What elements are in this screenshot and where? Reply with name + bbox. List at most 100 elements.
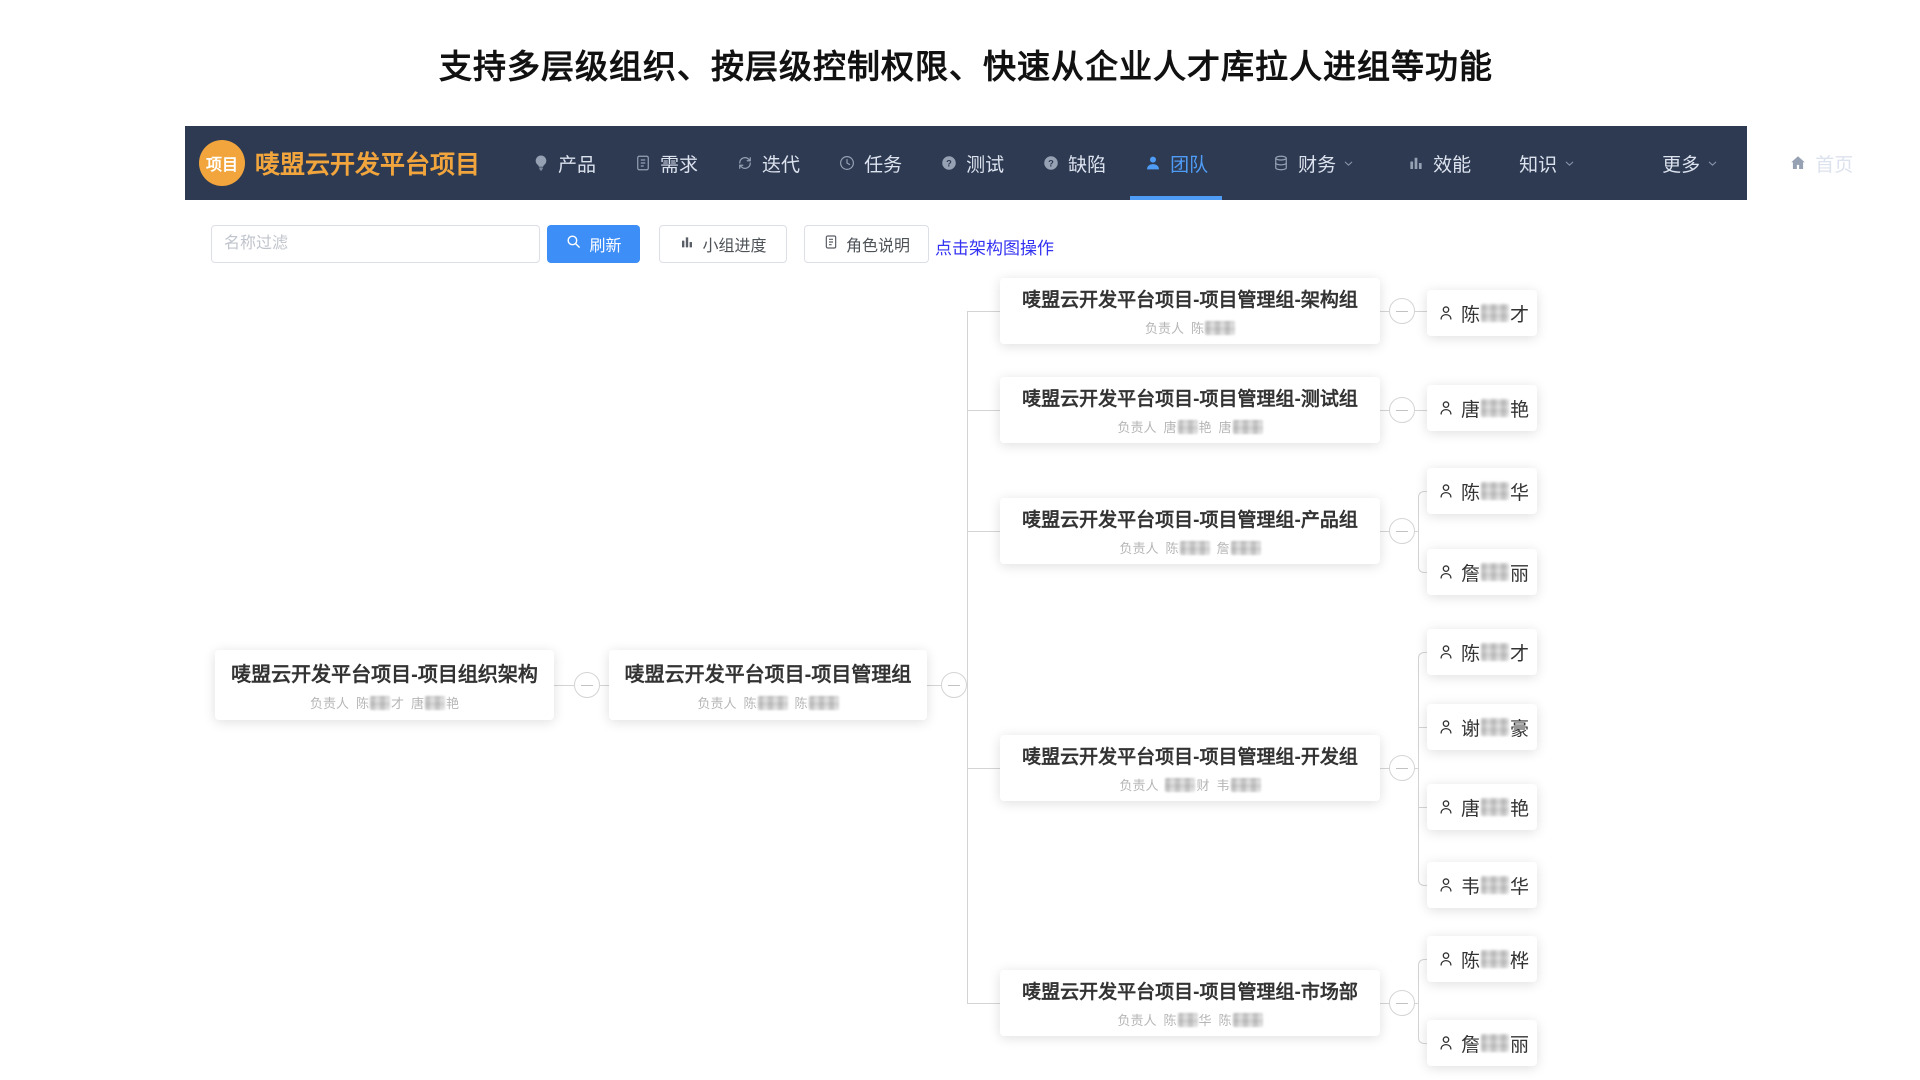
org-node-leaders: 负责人陈才唐艳 <box>310 693 459 712</box>
blurred-name-segment <box>1481 399 1509 417</box>
minus-icon <box>1396 410 1408 411</box>
connector-corner <box>1418 1031 1427 1044</box>
member-person-icon <box>1437 563 1455 581</box>
search-icon <box>565 233 582 255</box>
nav-item-task[interactable]: 任务 <box>838 126 902 200</box>
bar-chart-icon <box>679 234 695 255</box>
person-icon <box>1144 154 1162 172</box>
toolbar: 刷新 小组进度 角色说明 点击架构图操作 <box>185 200 1747 270</box>
nav-item-test[interactable]: ?测试 <box>940 126 1004 200</box>
org-member-card[interactable]: 詹丽 <box>1427 1020 1537 1066</box>
member-name: 陈才 <box>1461 300 1529 327</box>
org-node-title: 唛盟云开发平台项目-项目管理组 <box>625 658 912 687</box>
org-member-card[interactable]: 陈才 <box>1427 290 1537 336</box>
nav-item-label: 需求 <box>660 150 698 177</box>
leader-name: 陈 <box>1191 318 1235 337</box>
connector-line <box>967 410 1000 411</box>
chart-operation-link[interactable]: 点击架构图操作 <box>935 234 1054 259</box>
org-group-card-testing[interactable]: 唛盟云开发平台项目-项目管理组-测试组负责人唐艳唐 <box>1000 377 1380 443</box>
connector-line <box>1380 768 1389 769</box>
nav-item-product[interactable]: 产品 <box>532 126 596 200</box>
collapse-toggle[interactable] <box>1389 990 1415 1016</box>
org-node-title: 唛盟云开发平台项目-项目管理组-架构组 <box>1022 285 1358 312</box>
minus-icon <box>948 685 960 686</box>
connector-corner <box>1418 560 1427 573</box>
org-member-card[interactable]: 唐艳 <box>1427 385 1537 431</box>
blurred-name-segment <box>809 696 839 710</box>
leader-prefix-label: 负责人 <box>1117 1010 1156 1029</box>
nav-item-iteration[interactable]: 迭代 <box>736 126 800 200</box>
clock-icon <box>838 154 856 172</box>
org-member-card[interactable]: 詹丽 <box>1427 549 1537 595</box>
leader-name: 唐艳 <box>411 693 459 712</box>
collapse-toggle[interactable] <box>1389 518 1415 544</box>
org-group-card-development[interactable]: 唛盟云开发平台项目-项目管理组-开发组负责人财韦 <box>1000 735 1380 801</box>
org-member-card[interactable]: 唐艳 <box>1427 784 1537 830</box>
org-member-card[interactable]: 陈桦 <box>1427 936 1537 982</box>
nav-item-performance[interactable]: 效能 <box>1407 126 1471 200</box>
member-name: 唐艳 <box>1461 794 1529 821</box>
blurred-name-segment <box>1481 798 1509 816</box>
role-description-button[interactable]: 角色说明 <box>804 225 929 263</box>
member-person-icon <box>1437 718 1455 736</box>
leader-name: 詹 <box>1217 538 1261 557</box>
nav-item-label: 团队 <box>1170 150 1208 177</box>
name-filter-input[interactable] <box>211 225 540 263</box>
document-icon <box>823 234 839 255</box>
nav-item-defect[interactable]: ?缺陷 <box>1042 126 1106 200</box>
collapse-toggle[interactable] <box>1389 298 1415 324</box>
group-progress-button[interactable]: 小组进度 <box>659 225 787 263</box>
blurred-name-segment <box>1481 1034 1509 1052</box>
member-person-icon <box>1437 950 1455 968</box>
home-icon <box>1789 154 1807 172</box>
org-node-leaders: 负责人陈 <box>1145 318 1235 337</box>
nav-item-label: 测试 <box>966 150 1004 177</box>
connector-line <box>927 685 941 686</box>
org-node-leaders: 负责人陈陈 <box>697 693 838 712</box>
org-group-card-product[interactable]: 唛盟云开发平台项目-项目管理组-产品组负责人陈詹 <box>1000 498 1380 564</box>
nav-item-home[interactable]: 首页 <box>1789 126 1853 200</box>
connector-line <box>1380 531 1389 532</box>
blurred-name-segment <box>425 696 445 710</box>
leader-prefix-label: 负责人 <box>697 693 736 712</box>
nav-item-more[interactable]: 更多 <box>1662 126 1719 200</box>
collapse-toggle[interactable] <box>1389 397 1415 423</box>
leader-prefix-label: 负责人 <box>1119 775 1158 794</box>
org-group-card-marketing[interactable]: 唛盟云开发平台项目-项目管理组-市场部负责人陈华陈 <box>1000 970 1380 1036</box>
member-name: 詹丽 <box>1461 559 1529 586</box>
org-root-card[interactable]: 唛盟云开发平台项目-项目组织架构负责人陈才唐艳 <box>215 650 554 720</box>
app-logo[interactable]: 项目 <box>199 140 245 186</box>
connector-line <box>600 685 609 686</box>
blurred-name-segment <box>1481 643 1509 661</box>
member-person-icon <box>1437 482 1455 500</box>
brand-title[interactable]: 唛盟云开发平台项目 <box>255 145 480 181</box>
connector-line <box>967 311 1000 312</box>
nav-item-finance[interactable]: 财务 <box>1272 126 1355 200</box>
connector-line <box>1418 807 1427 808</box>
org-member-card[interactable]: 陈华 <box>1427 468 1537 514</box>
org-member-card[interactable]: 韦华 <box>1427 862 1537 908</box>
collapse-toggle[interactable] <box>574 672 600 698</box>
doc-icon <box>634 154 652 172</box>
org-chart-canvas: 唛盟云开发平台项目-项目管理组-架构组负责人陈陈才唛盟云开发平台项目-项目管理组… <box>185 270 1747 1080</box>
nav-item-knowledge[interactable]: 知识 <box>1519 126 1576 200</box>
nav-item-requirement[interactable]: 需求 <box>634 126 698 200</box>
leader-name: 陈 <box>743 693 787 712</box>
collapse-toggle[interactable] <box>941 672 967 698</box>
member-name: 陈才 <box>1461 639 1529 666</box>
collapse-toggle[interactable] <box>1389 755 1415 781</box>
org-node-leaders: 负责人陈詹 <box>1119 538 1260 557</box>
refresh-button[interactable]: 刷新 <box>547 225 640 263</box>
leader-prefix-label: 负责人 <box>1117 417 1156 436</box>
chevron-down-icon <box>1563 157 1576 170</box>
blurred-name-segment <box>758 696 788 710</box>
org-management-card[interactable]: 唛盟云开发平台项目-项目管理组负责人陈陈 <box>609 650 927 720</box>
connector-line <box>1415 410 1427 411</box>
nav-item-team[interactable]: 团队 <box>1144 126 1208 200</box>
org-group-card-architecture[interactable]: 唛盟云开发平台项目-项目管理组-架构组负责人陈 <box>1000 278 1380 344</box>
refresh-button-label: 刷新 <box>589 232 621 256</box>
org-member-card[interactable]: 陈才 <box>1427 629 1537 675</box>
org-member-card[interactable]: 谢豪 <box>1427 704 1537 750</box>
blurred-name-segment <box>1178 420 1198 434</box>
chevron-down-icon <box>1706 157 1719 170</box>
